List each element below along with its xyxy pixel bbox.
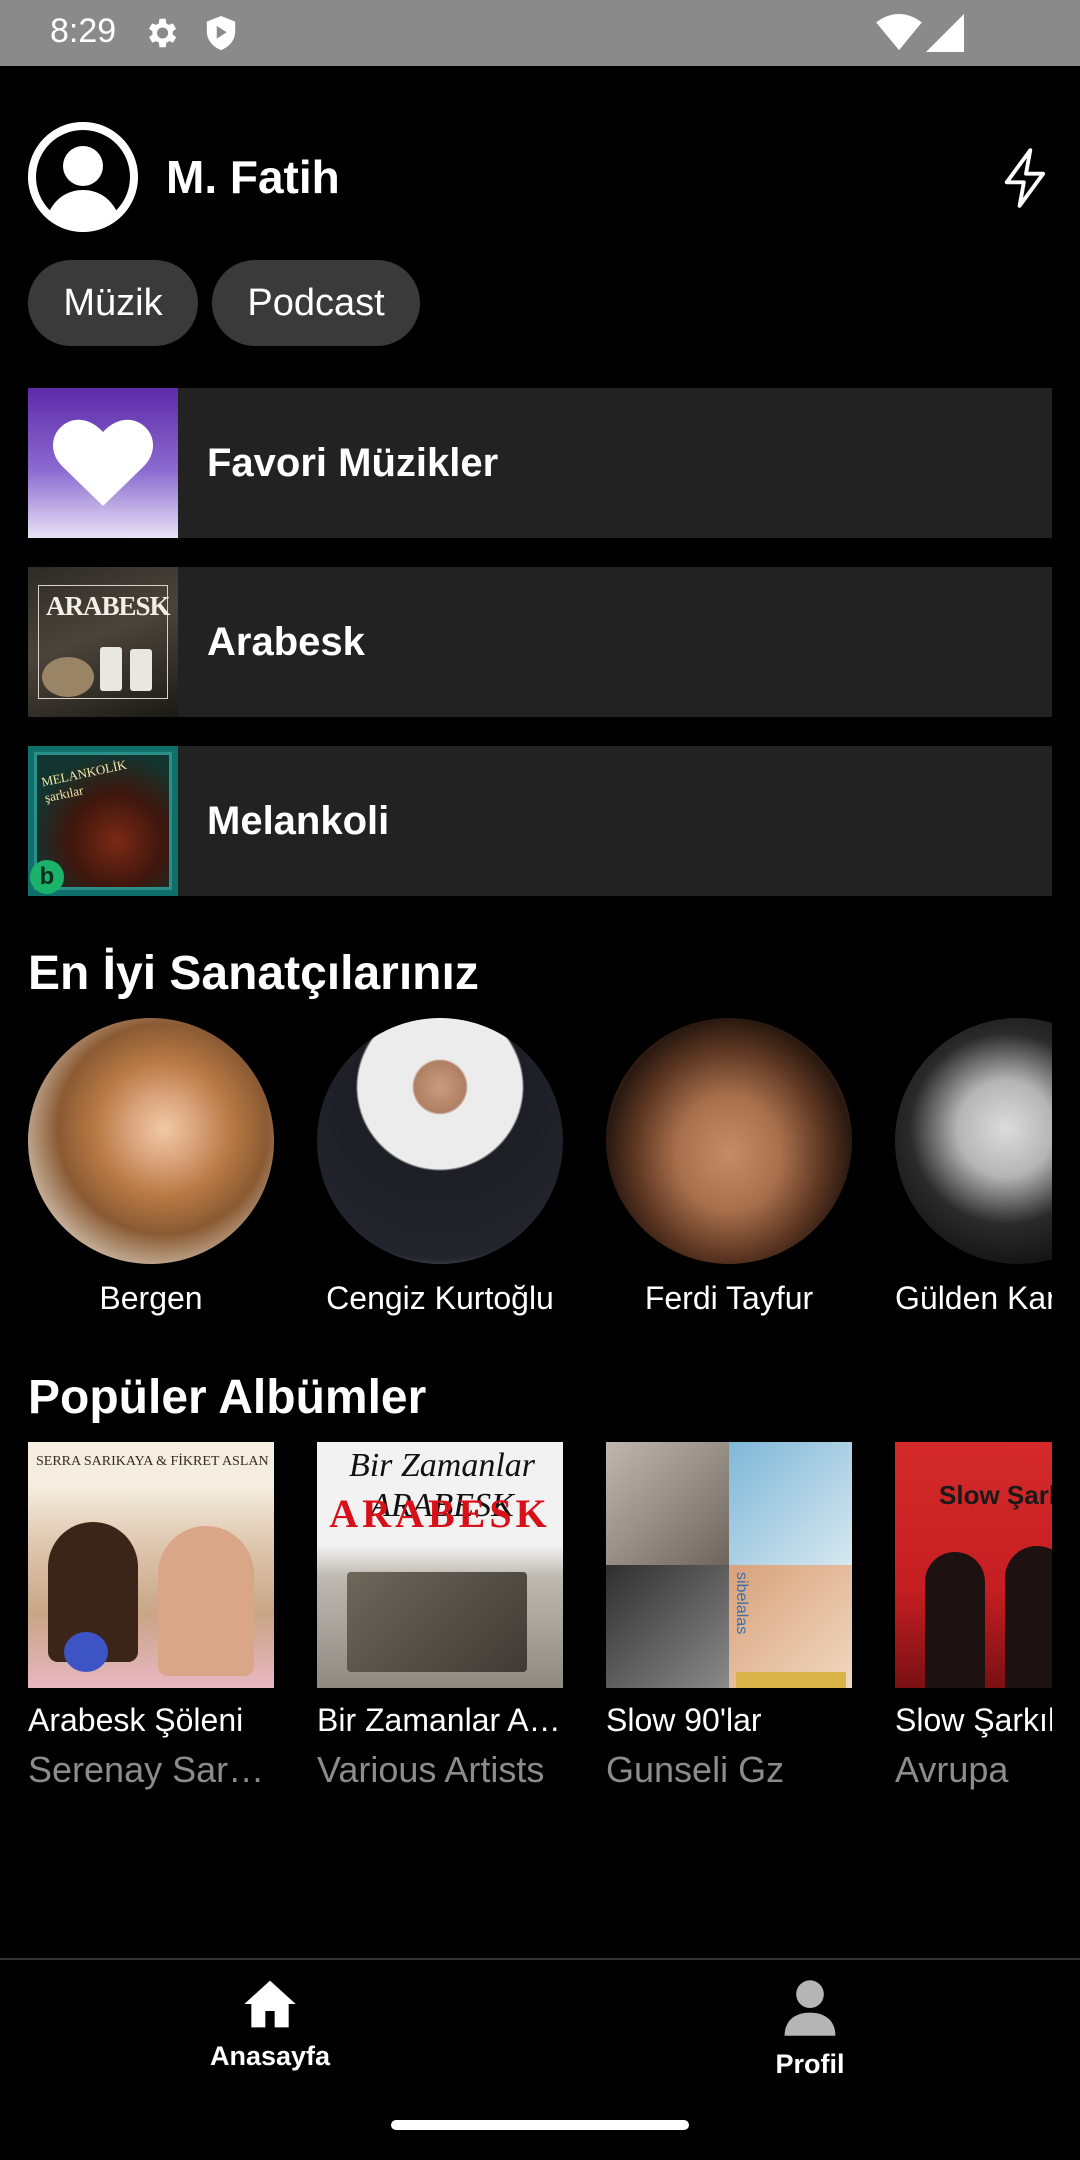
artist-photo <box>317 1018 563 1264</box>
artist-name: Cengiz Kurtoğlu <box>326 1280 554 1316</box>
album-title: Arabesk Şöleni <box>28 1702 244 1738</box>
playlist-row-arabesk[interactable]: ARABESK Arabesk <box>28 567 1052 717</box>
arabesk-thumb: ARABESK <box>28 567 178 717</box>
nav-profile-label: Profil <box>775 2049 845 2079</box>
nav-home[interactable]: Anasayfa <box>170 1978 370 2072</box>
settings-icon <box>148 18 177 48</box>
album-card[interactable]: SERRA SARIKAYA & FİKRET ASLAN Arabesk Şö… <box>28 1442 274 1791</box>
album-card[interactable]: sibelalas Slow 90'lar Gunseli Gz <box>606 1442 852 1791</box>
artist-photo <box>28 1018 274 1264</box>
album-artist: Various Artists <box>317 1749 545 1790</box>
home-icon <box>244 1980 296 2028</box>
playlist-label: Melankoli <box>207 799 390 843</box>
album-artist: Gunseli Gz <box>606 1749 785 1790</box>
heart-icon <box>53 419 153 506</box>
album-cover: Bir Zamanlar ARABESK ARABESK <box>317 1442 563 1688</box>
album-card[interactable]: Bir Zamanlar ARABESK ARABESK Bir Zamanla… <box>317 1442 563 1791</box>
album-card[interactable]: Slow Şarkılar Slow Şarkılar Avrupa <box>895 1442 1052 1791</box>
status-time: 8:29 <box>50 12 117 50</box>
avatar[interactable] <box>28 122 138 232</box>
artist-card[interactable]: Cengiz Kurtoğlu <box>317 1018 563 1317</box>
album-artist: Serenay Sarıkaya <box>28 1749 274 1790</box>
melankoli-thumb: MELANKOLİK şarkılar b <box>28 746 178 896</box>
album-cover: Slow Şarkılar <box>895 1442 1052 1688</box>
signal-icon <box>926 14 964 52</box>
albums-section-title: Popüler Albümler <box>28 1371 427 1424</box>
status-bar: 8:29 <box>0 0 1080 66</box>
artist-photo <box>606 1018 852 1264</box>
chip-music[interactable]: Müzik <box>28 260 198 346</box>
album-cover-text: Slow Şarkılar <box>939 1480 1052 1510</box>
artist-card[interactable]: Bergen <box>28 1018 274 1317</box>
user-avatar-icon <box>28 122 138 232</box>
home-indicator <box>391 2120 689 2130</box>
artist-name: Ferdi Tayfur <box>644 1280 814 1316</box>
artist-name: Bergen <box>99 1280 203 1316</box>
album-cover: sibelalas <box>606 1442 852 1688</box>
album-artist: Avrupa <box>895 1749 1009 1790</box>
playlist-row-melankoli[interactable]: MELANKOLİK şarkılar b Melankoli <box>28 746 1052 896</box>
playlist-label: Favori Müzikler <box>207 441 499 485</box>
username: M. Fatih <box>166 151 340 203</box>
shield-icon <box>206 16 236 50</box>
album-title: Slow Şarkılar <box>895 1702 1052 1738</box>
playlist-label: Arabesk <box>207 620 365 664</box>
album-cover: SERRA SARIKAYA & FİKRET ASLAN <box>28 1442 274 1688</box>
arabesk-thumb-text: ARABESK <box>46 591 171 621</box>
nav-profile[interactable]: Profil <box>710 1978 910 2080</box>
chip-podcast[interactable]: Podcast <box>212 260 420 346</box>
album-cover-text: SERRA SARIKAYA & FİKRET ASLAN <box>36 1454 269 1469</box>
artist-card[interactable]: Ferdi Tayfur <box>606 1018 852 1317</box>
album-title: Slow 90'lar <box>606 1702 762 1738</box>
album-cover-text: sibelalas <box>733 1572 750 1635</box>
favorites-thumb <box>28 388 178 538</box>
playlist-row-favorites[interactable]: Favori Müzikler <box>28 388 1052 538</box>
artist-photo <box>895 1018 1052 1264</box>
album-title: Bir Zamanlar Arabesk <box>317 1702 563 1738</box>
person-icon <box>784 1980 836 2036</box>
artist-name: Gülden Karaböcek <box>895 1280 1052 1316</box>
wifi-icon <box>876 14 922 51</box>
artists-section-title: En İyi Sanatçılarınız <box>28 947 479 1000</box>
lightning-icon[interactable] <box>1000 148 1052 208</box>
artist-card[interactable]: Gülden Karaböcek <box>895 1018 1052 1317</box>
nav-home-label: Anasayfa <box>209 2041 331 2071</box>
